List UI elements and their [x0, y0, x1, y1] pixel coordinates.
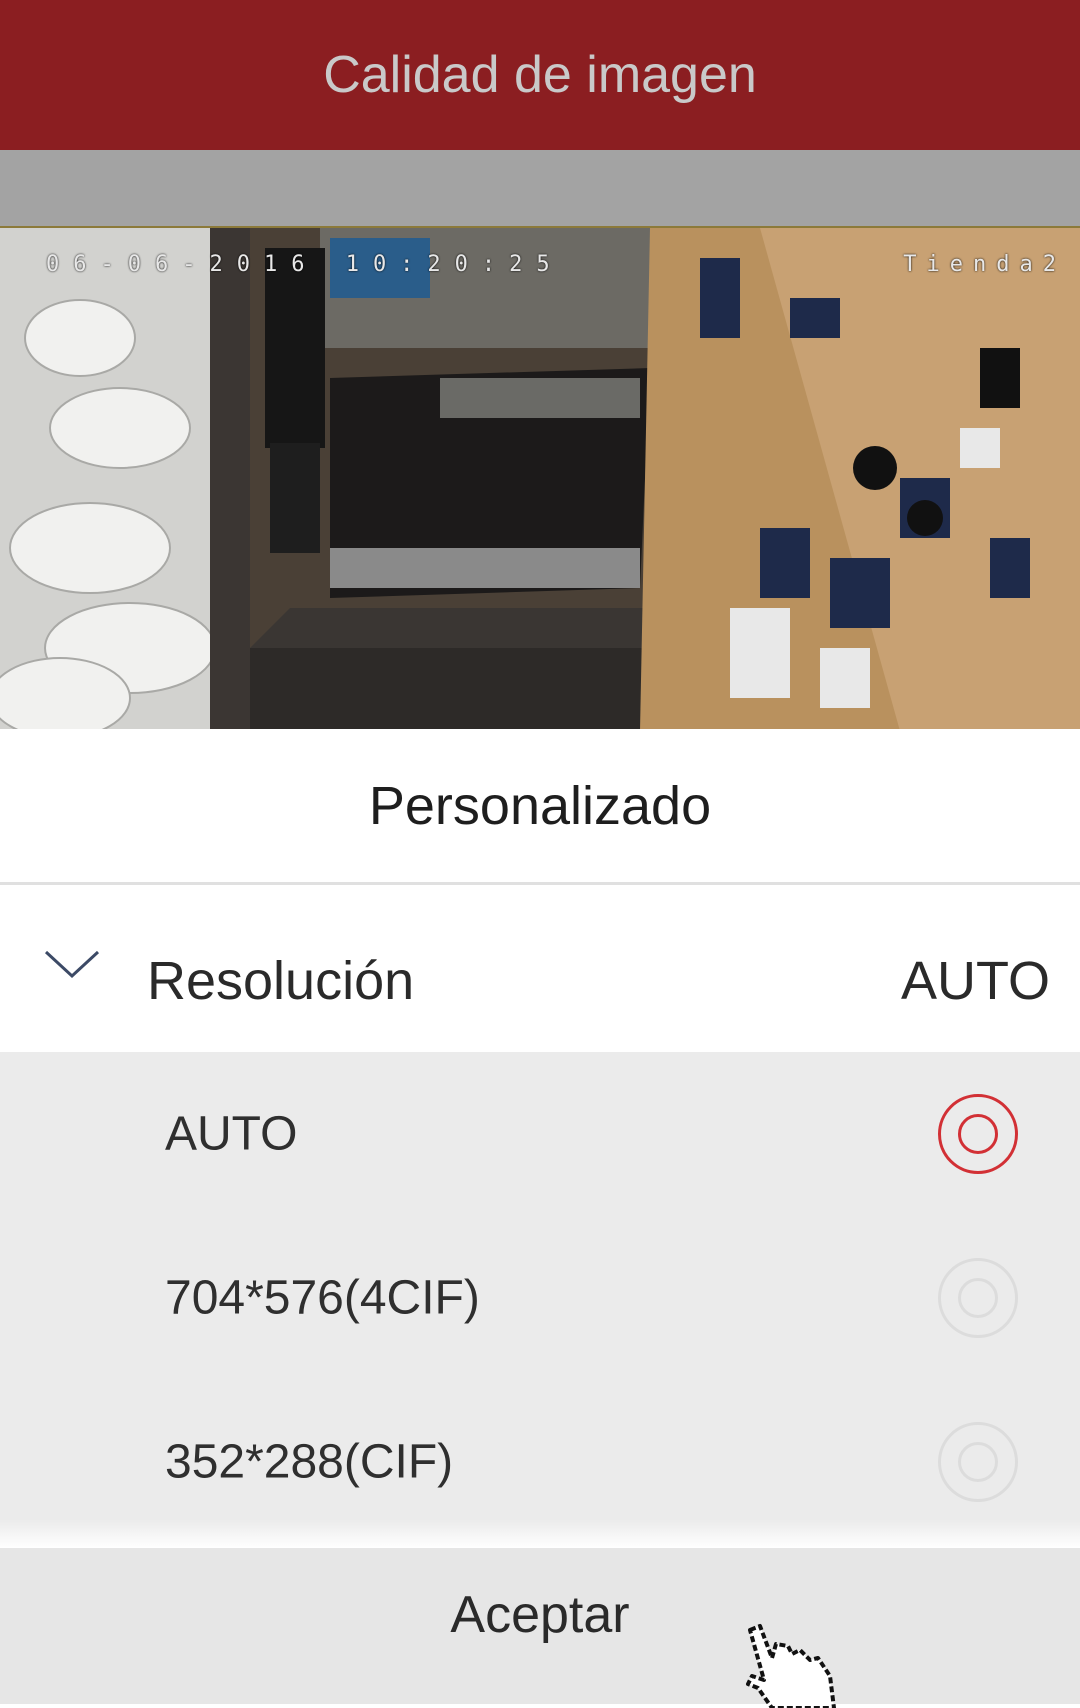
- radio-unselected[interactable]: [938, 1422, 1018, 1502]
- resolution-value: AUTO: [900, 951, 1050, 1011]
- camera-name: Tienda2: [903, 252, 1066, 277]
- option-label: AUTO: [165, 1107, 298, 1161]
- footer-bar: Aceptar: [0, 1548, 1080, 1708]
- resolution-label: Resolución: [147, 951, 415, 1011]
- radio-selected[interactable]: [938, 1094, 1018, 1174]
- option-label: 704*576(4CIF): [165, 1271, 480, 1325]
- divider: [0, 1520, 1080, 1548]
- radio-unselected[interactable]: [938, 1258, 1018, 1338]
- option-4cif[interactable]: 704*576(4CIF): [0, 1216, 1080, 1380]
- video-timestamp: 06-06-2016 10:20:25: [46, 252, 564, 277]
- toolbar-strip: [0, 150, 1080, 226]
- camera-preview: 06-06-2016 10:20:25 Tienda2: [0, 226, 1080, 729]
- option-label: 352*288(CIF): [165, 1435, 454, 1489]
- page-title: Calidad de imagen: [323, 46, 757, 104]
- chevron-down-icon[interactable]: [44, 950, 100, 982]
- preset-label: Personalizado: [368, 775, 712, 836]
- app-header: Calidad de imagen: [0, 0, 1080, 150]
- hand-cursor-icon: [746, 1624, 836, 1708]
- quality-preset[interactable]: Personalizado: [0, 729, 1080, 885]
- option-auto[interactable]: AUTO: [0, 1052, 1080, 1216]
- accept-label: Aceptar: [450, 1586, 630, 1644]
- camera-preview-image: [0, 228, 1080, 729]
- resolution-options: AUTO 704*576(4CIF) 352*288(CIF): [0, 1052, 1080, 1548]
- accept-button[interactable]: Aceptar: [0, 1548, 1080, 1704]
